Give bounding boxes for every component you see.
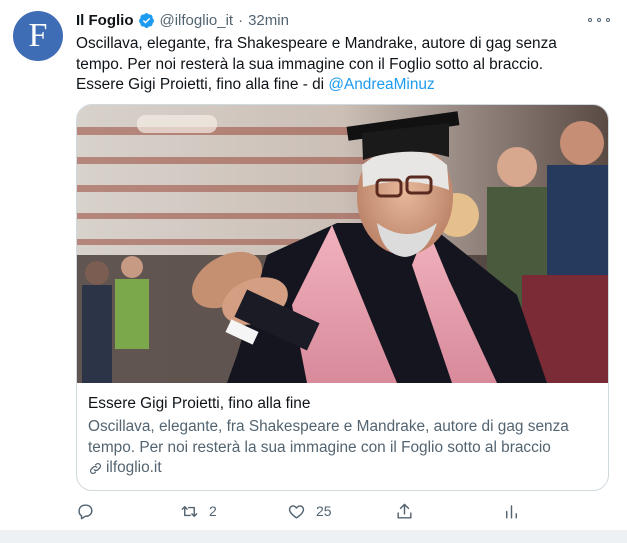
card-domain[interactable]: ilfoglio.it bbox=[88, 459, 162, 477]
card-description: Oscillava, elegante, fra Shakespeare e M… bbox=[88, 417, 600, 458]
action-bar: 2 25 bbox=[76, 499, 606, 523]
author-name[interactable]: Il Foglio bbox=[76, 12, 134, 29]
heart-icon bbox=[288, 504, 305, 519]
verified-badge-icon bbox=[138, 12, 154, 28]
avatar-initial: F bbox=[28, 17, 48, 54]
reply-icon bbox=[78, 503, 93, 519]
tweet-text-line-prefix: Essere Gigi Proietti, fino alla fine - d… bbox=[76, 76, 329, 93]
tweet-text: Oscillava, elegante, fra Shakespeare e M… bbox=[76, 34, 616, 96]
like-button[interactable]: 25 bbox=[287, 499, 332, 523]
mention-link[interactable]: @AndreaMinuz bbox=[328, 76, 434, 93]
more-options-icon[interactable] bbox=[588, 12, 610, 28]
share-icon bbox=[397, 503, 412, 519]
tweet-header: Il Foglio @ilfoglio_it · 32min bbox=[76, 10, 289, 30]
separator-dot: · bbox=[238, 11, 244, 29]
tweet-text-line: Essere Gigi Proietti, fino alla fine - d… bbox=[76, 75, 616, 96]
tweet-text-line: tempo. Per noi resterà la sua immagine c… bbox=[76, 55, 544, 73]
link-icon bbox=[90, 462, 101, 474]
retweet-icon bbox=[181, 505, 198, 517]
timeline-divider bbox=[0, 530, 627, 543]
analytics-button[interactable] bbox=[502, 499, 521, 523]
reply-button[interactable] bbox=[76, 499, 95, 523]
card-image[interactable] bbox=[77, 105, 608, 383]
tweet-text-line: Oscillava, elegante, fra Shakespeare e M… bbox=[76, 35, 557, 52]
card-description-line: Oscillava, elegante, fra Shakespeare e M… bbox=[88, 418, 569, 435]
avatar[interactable]: F bbox=[13, 11, 63, 61]
card-title[interactable]: Essere Gigi Proietti, fino alla fine bbox=[88, 395, 310, 413]
tweet[interactable]: F Il Foglio @ilfoglio_it · 32min Oscilla… bbox=[0, 0, 627, 530]
author-handle[interactable]: @ilfoglio_it bbox=[160, 12, 234, 29]
timestamp[interactable]: 32min bbox=[248, 12, 289, 29]
retweet-button[interactable]: 2 bbox=[180, 499, 217, 523]
share-button[interactable] bbox=[395, 499, 414, 523]
retweet-count: 2 bbox=[209, 503, 217, 519]
link-card[interactable]: Essere Gigi Proietti, fino alla fine Osc… bbox=[76, 104, 609, 491]
like-count: 25 bbox=[316, 503, 332, 519]
card-domain-text: ilfoglio.it bbox=[106, 459, 162, 476]
card-description-line: tempo. Per noi resterà la sua immagine c… bbox=[88, 438, 551, 456]
analytics-icon bbox=[506, 504, 517, 519]
